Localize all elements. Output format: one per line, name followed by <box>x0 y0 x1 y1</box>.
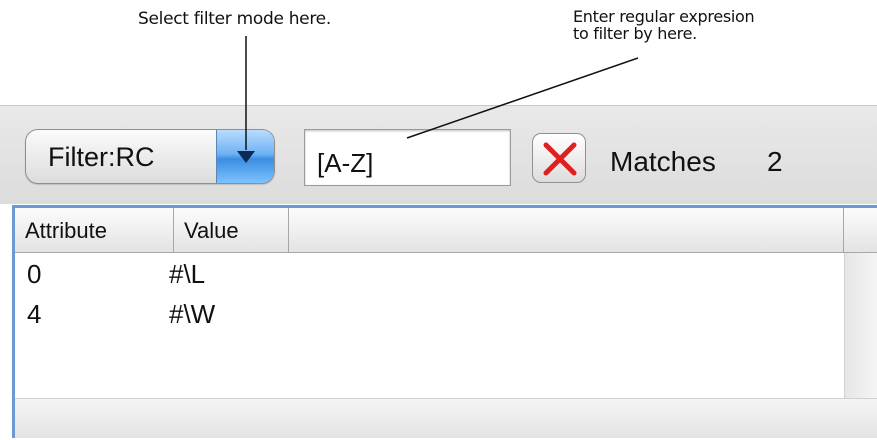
vertical-scrollbar[interactable] <box>844 253 877 398</box>
filter-mode-annotation: Select filter mode here. <box>138 9 331 29</box>
header-corner <box>844 208 877 252</box>
chevron-down-icon <box>237 151 255 163</box>
clear-filter-button[interactable] <box>532 133 586 183</box>
regex-annotation: Enter regular expresion to filter by her… <box>573 7 755 43</box>
matches-label: Matches <box>610 146 716 177</box>
filter-toolbar: Filter:RC Matches 2 <box>0 105 877 204</box>
filter-mode-value: Filter:RC <box>48 142 155 172</box>
column-header-empty[interactable] <box>289 208 844 252</box>
red-x-icon <box>543 142 577 176</box>
cell-value: #\W <box>169 299 216 329</box>
column-header-attribute[interactable]: Attribute <box>15 208 174 252</box>
screenshot-stage: Select filter mode here. Enter regular e… <box>0 0 877 440</box>
matches-count: 2 <box>767 146 783 177</box>
dropdown-arrow-button[interactable] <box>216 130 274 183</box>
results-table[interactable]: Attribute Value 0 #\L 4 #\W <box>12 205 877 438</box>
filter-mode-select[interactable]: Filter:RC <box>25 129 275 184</box>
regex-annotation-line-2: to filter by here. <box>573 24 697 43</box>
cell-attribute: 4 <box>27 299 42 329</box>
table-header: Attribute Value <box>15 208 877 253</box>
regex-input[interactable] <box>304 129 511 186</box>
cell-value: #\L <box>169 259 206 289</box>
table-row[interactable]: 4 #\W <box>15 293 844 333</box>
horizontal-scrollbar[interactable] <box>15 398 877 438</box>
column-header-value[interactable]: Value <box>174 208 289 252</box>
table-row[interactable]: 0 #\L <box>15 253 844 293</box>
regex-annotation-line-1: Enter regular expresion <box>573 7 755 26</box>
cell-attribute: 0 <box>27 259 42 289</box>
table-body: 0 #\L 4 #\W <box>15 253 844 393</box>
